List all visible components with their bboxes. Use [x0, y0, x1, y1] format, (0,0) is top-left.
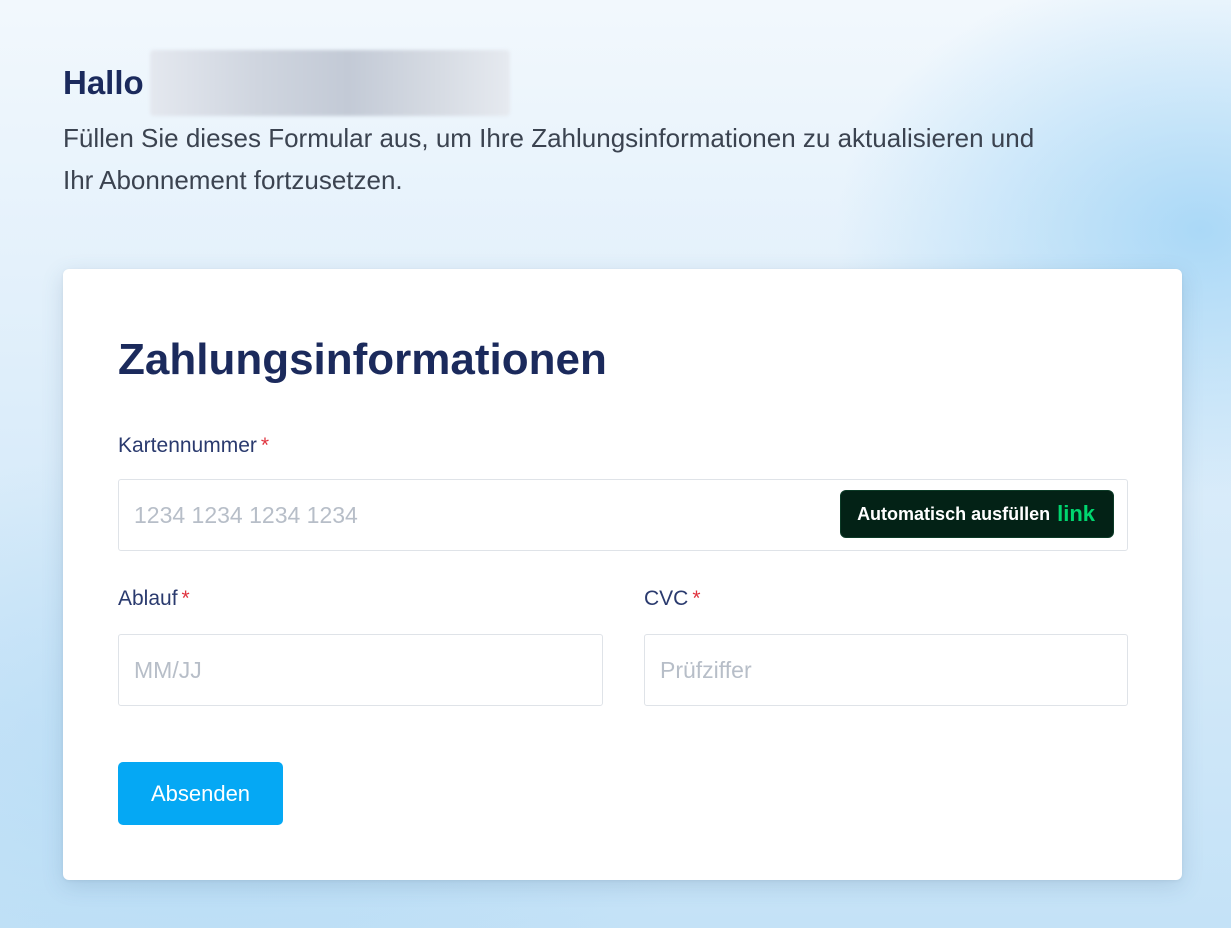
expiry-input[interactable]: MM/JJ — [118, 634, 603, 706]
expiry-label: Ablauf * — [118, 587, 190, 611]
expiry-label-text: Ablauf — [118, 587, 178, 610]
cvc-label: CVC * — [644, 587, 701, 611]
greeting-text: Hallo — [63, 64, 144, 101]
cvc-placeholder: Prüfziffer — [660, 656, 752, 683]
autofill-label: Automatisch ausfüllen — [857, 503, 1051, 524]
expiry-placeholder: MM/JJ — [134, 656, 202, 683]
card-number-input[interactable]: 1234 1234 1234 1234 Automatisch ausfülle… — [118, 479, 1128, 551]
card-number-label: Kartennummer * — [118, 434, 269, 458]
cvc-input[interactable]: Prüfziffer — [644, 634, 1128, 706]
required-marker: * — [181, 587, 190, 610]
redacted-user-name — [149, 50, 510, 116]
card-number-placeholder: 1234 1234 1234 1234 — [134, 501, 358, 528]
cvc-label-text: CVC — [644, 587, 689, 610]
autofill-link-button[interactable]: Automatisch ausfüllen link — [840, 490, 1114, 538]
greeting-heading: Hallo — [63, 50, 510, 116]
form-title: Zahlungsinformationen — [118, 335, 607, 384]
payment-card: Zahlungsinformationen Kartennummer * 1234… — [63, 269, 1182, 880]
link-brand-logo: link — [1057, 501, 1095, 526]
card-number-label-text: Kartennummer — [118, 434, 257, 457]
required-marker: * — [692, 587, 701, 610]
intro-text: Füllen Sie dieses Formular aus, um Ihre … — [63, 123, 1035, 195]
required-marker: * — [260, 434, 270, 457]
submit-button[interactable]: Absenden — [118, 762, 283, 825]
